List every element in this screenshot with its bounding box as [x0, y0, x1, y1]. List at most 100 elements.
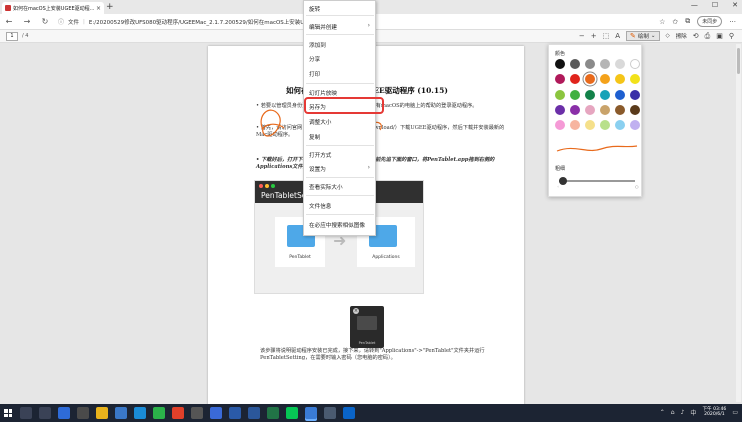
rotate-icon[interactable]: ⟲ [693, 32, 699, 40]
save-icon[interactable]: ▣ [716, 32, 723, 40]
zoom-in-icon[interactable]: + [591, 32, 597, 40]
refresh-icon[interactable]: ↻ [40, 17, 50, 26]
color-swatch[interactable] [570, 59, 580, 69]
favorite-icon[interactable]: ☆ [659, 18, 665, 26]
close-icon: × [353, 308, 359, 314]
color-swatch[interactable] [585, 59, 595, 69]
size-slider[interactable] [559, 180, 635, 182]
wechat-icon[interactable] [153, 407, 165, 419]
ime-icon[interactable]: 中 [690, 408, 696, 417]
draw-button[interactable]: ✎ 绘制 ⌄ [626, 31, 660, 41]
maximize-button[interactable]: ☐ [712, 1, 718, 9]
active-app-icon[interactable] [305, 407, 317, 419]
chrome-icon[interactable] [172, 407, 184, 419]
color-swatch[interactable] [630, 74, 640, 85]
start-button[interactable] [4, 409, 12, 417]
mail-icon[interactable] [58, 407, 70, 419]
unknown-icon[interactable] [191, 407, 203, 419]
pin-icon[interactable]: ⚲ [729, 32, 734, 40]
color-swatch[interactable] [615, 120, 625, 131]
color-swatch[interactable] [585, 104, 595, 115]
menu-item-open-with[interactable]: 打开方式 [309, 151, 331, 159]
files-icon[interactable] [115, 407, 127, 419]
color-swatch[interactable] [600, 74, 610, 85]
color-swatch[interactable] [585, 89, 595, 100]
menu-item-add-to[interactable]: 添加到 [309, 41, 326, 49]
edge-icon[interactable] [134, 407, 146, 419]
profile-button[interactable]: 未同步 [697, 16, 723, 27]
menu-item-set-as[interactable]: 设置为 [309, 165, 326, 173]
volume-icon[interactable]: ♪ [681, 409, 685, 416]
new-tab-button[interactable]: + [106, 2, 114, 12]
color-swatch[interactable] [600, 104, 610, 115]
explorer-icon[interactable] [96, 407, 108, 419]
scrollbar[interactable] [736, 44, 741, 402]
erase-label[interactable]: 擦除 [676, 32, 687, 40]
shield-icon[interactable] [210, 407, 222, 419]
color-swatch[interactable] [570, 89, 580, 100]
menu-item-print[interactable]: 打印 [309, 70, 320, 78]
color-swatch[interactable] [615, 89, 625, 100]
menu-item-bing-search[interactable]: 在必应中搜索相似图像 [309, 221, 365, 229]
page-number-input[interactable]: 1 [6, 32, 18, 41]
color-swatch[interactable] [555, 74, 565, 85]
minimize-button[interactable]: — [691, 1, 698, 9]
color-swatch[interactable] [570, 104, 580, 115]
color-swatch[interactable] [555, 59, 565, 69]
color-swatch[interactable] [570, 74, 580, 85]
color-swatch[interactable] [615, 59, 625, 69]
color-swatch[interactable] [630, 89, 640, 100]
color-swatch[interactable] [585, 74, 595, 85]
close-window-button[interactable]: ✕ [732, 1, 738, 9]
clock[interactable]: 下午 03:46 2020/6/1 [702, 407, 726, 417]
taskview-icon[interactable] [39, 407, 51, 419]
forward-icon[interactable]: → [22, 17, 32, 26]
more-icon[interactable]: ··· [729, 18, 736, 26]
notification-icon[interactable]: ▭ [732, 409, 738, 416]
size-slider-handle[interactable] [558, 177, 567, 185]
menu-item-actual-size[interactable]: 查看实际大小 [309, 183, 343, 191]
outlook-icon[interactable] [343, 407, 355, 419]
eraser-icon[interactable]: ◇ [666, 33, 670, 39]
collections-icon[interactable]: ⧉ [685, 17, 690, 26]
read-aloud-icon[interactable]: A [615, 32, 620, 40]
store-icon[interactable] [77, 407, 89, 419]
color-swatch[interactable] [570, 120, 580, 131]
color-swatch[interactable] [555, 104, 565, 115]
menu-item-share[interactable]: 分享 [309, 55, 320, 63]
line-icon[interactable] [286, 407, 298, 419]
color-swatch[interactable] [555, 89, 565, 100]
menu-item-rotate[interactable]: 旋转 [309, 5, 320, 13]
menu-item-resize[interactable]: 调整大小 [309, 118, 331, 126]
menu-item-slideshow[interactable]: 幻灯片放映 [309, 89, 337, 97]
color-swatch[interactable] [615, 74, 625, 85]
menu-item-edit-create[interactable]: 编辑并创建 [309, 23, 337, 31]
color-swatch[interactable] [600, 89, 610, 100]
security-icon[interactable] [229, 407, 241, 419]
color-swatch[interactable] [615, 104, 625, 115]
search-icon[interactable] [20, 407, 32, 419]
zoom-out-icon[interactable]: − [579, 32, 585, 40]
color-swatch[interactable] [555, 120, 565, 131]
menu-item-copy[interactable]: 复制 [309, 133, 320, 141]
excel-icon[interactable] [267, 407, 279, 419]
pdf-tools: − + ⬚ A ✎ 绘制 ⌄ ◇ 擦除 ⟲ ⎙ ▣ ⚲ [579, 31, 734, 41]
color-swatch[interactable] [630, 120, 640, 131]
tab-close-button[interactable]: × [96, 5, 101, 12]
network-icon[interactable]: ⌂ [671, 409, 675, 416]
color-swatch[interactable] [585, 120, 595, 131]
word-icon[interactable] [248, 407, 260, 419]
print-icon[interactable]: ⎙ [705, 32, 711, 41]
favorites-icon[interactable]: ✩ [672, 18, 678, 26]
browser-tab[interactable]: 如何在macOS上安装UGEE驱动程... × [2, 2, 104, 14]
color-swatch[interactable] [630, 104, 640, 115]
color-swatch[interactable] [600, 59, 610, 69]
fit-page-icon[interactable]: ⬚ [603, 32, 610, 40]
scrollbar-thumb[interactable] [737, 48, 740, 74]
back-icon[interactable]: ← [4, 17, 14, 26]
menu-item-file-info[interactable]: 文件信息 [309, 202, 331, 210]
color-swatch[interactable] [630, 59, 640, 69]
tray-chevron-icon[interactable]: ⌃ [660, 409, 665, 416]
color-swatch[interactable] [600, 120, 610, 131]
settings-icon[interactable] [324, 407, 336, 419]
